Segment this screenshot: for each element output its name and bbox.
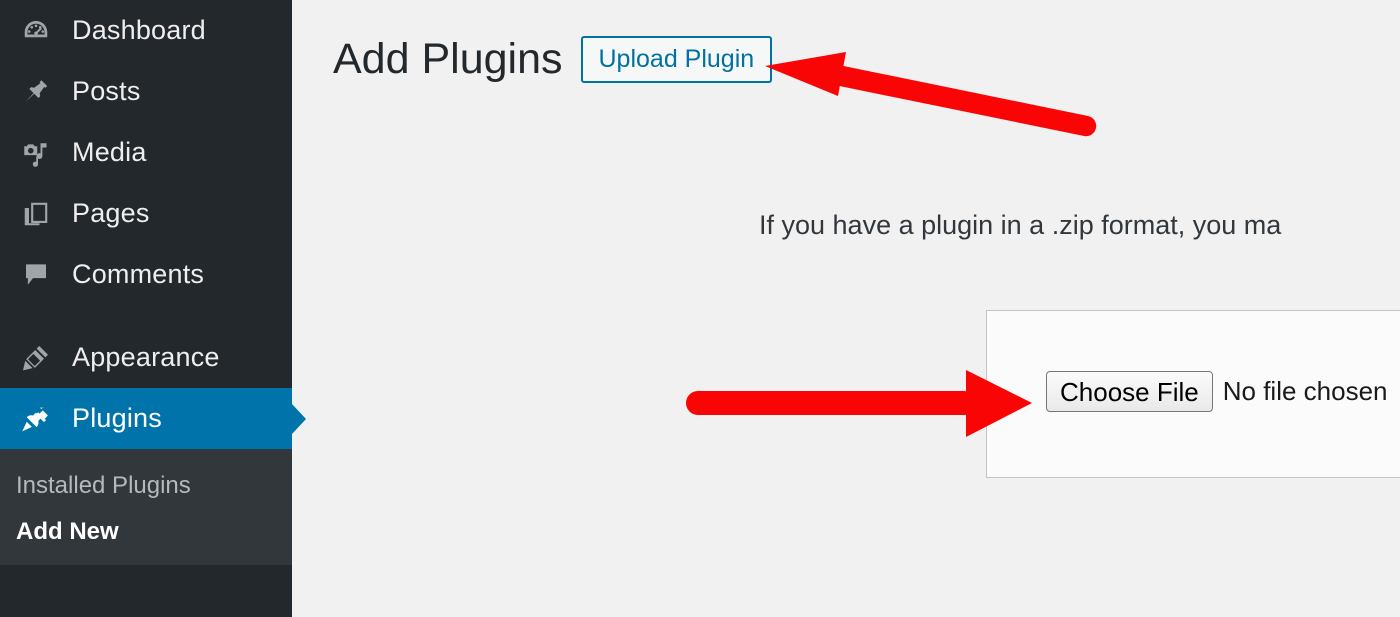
upload-description-text: If you have a plugin in a .zip format, y… <box>759 210 1282 240</box>
sidebar-item-media[interactable]: Media <box>0 122 292 183</box>
submenu-item-add-new[interactable]: Add New <box>0 509 292 555</box>
wordpress-admin-screen: Dashboard Posts Media Pages Comments App… <box>0 0 1400 617</box>
sidebar-item-plugins[interactable]: Plugins <box>0 388 306 449</box>
sidebar-item-label: Appearance <box>72 342 220 372</box>
sidebar-item-label: Dashboard <box>72 15 206 45</box>
main-content-area: Add Plugins Upload Plugin If you have a … <box>292 0 1400 617</box>
admin-sidebar: Dashboard Posts Media Pages Comments App… <box>0 0 306 617</box>
sidebar-item-pages[interactable]: Pages <box>0 183 292 244</box>
file-input-row[interactable]: Choose File No file chosen <box>1046 371 1388 412</box>
page-title: Add Plugins <box>333 35 563 83</box>
no-file-chosen-label: No file chosen <box>1222 376 1388 406</box>
upload-plugin-button[interactable]: Upload Plugin <box>580 36 773 83</box>
sidebar-item-label: Posts <box>72 76 141 106</box>
dashboard-gauge-icon <box>16 11 56 51</box>
page-header: Add Plugins Upload Plugin <box>333 35 773 83</box>
sidebar-item-dashboard[interactable]: Dashboard <box>0 0 292 61</box>
pin-icon <box>16 72 56 112</box>
comment-bubble-icon <box>16 255 56 295</box>
paintbrush-icon <box>16 338 56 378</box>
plugins-submenu: Installed Plugins Add New <box>0 449 292 565</box>
sidebar-item-label: Comments <box>72 259 205 289</box>
plug-icon <box>16 399 56 439</box>
sidebar-item-appearance[interactable]: Appearance <box>0 327 292 388</box>
sidebar-item-label: Plugins <box>72 403 162 433</box>
submenu-item-installed-plugins[interactable]: Installed Plugins <box>0 463 292 509</box>
plugin-upload-panel: Choose File No file chosen <box>986 310 1400 478</box>
choose-file-button[interactable]: Choose File <box>1046 371 1213 412</box>
sidebar-separator <box>0 305 292 327</box>
sidebar-item-posts[interactable]: Posts <box>0 61 292 122</box>
sidebar-item-comments[interactable]: Comments <box>0 244 292 305</box>
pages-icon <box>16 194 56 234</box>
camera-music-icon <box>16 133 56 173</box>
sidebar-item-label: Pages <box>72 198 150 228</box>
sidebar-item-label: Media <box>72 137 147 167</box>
